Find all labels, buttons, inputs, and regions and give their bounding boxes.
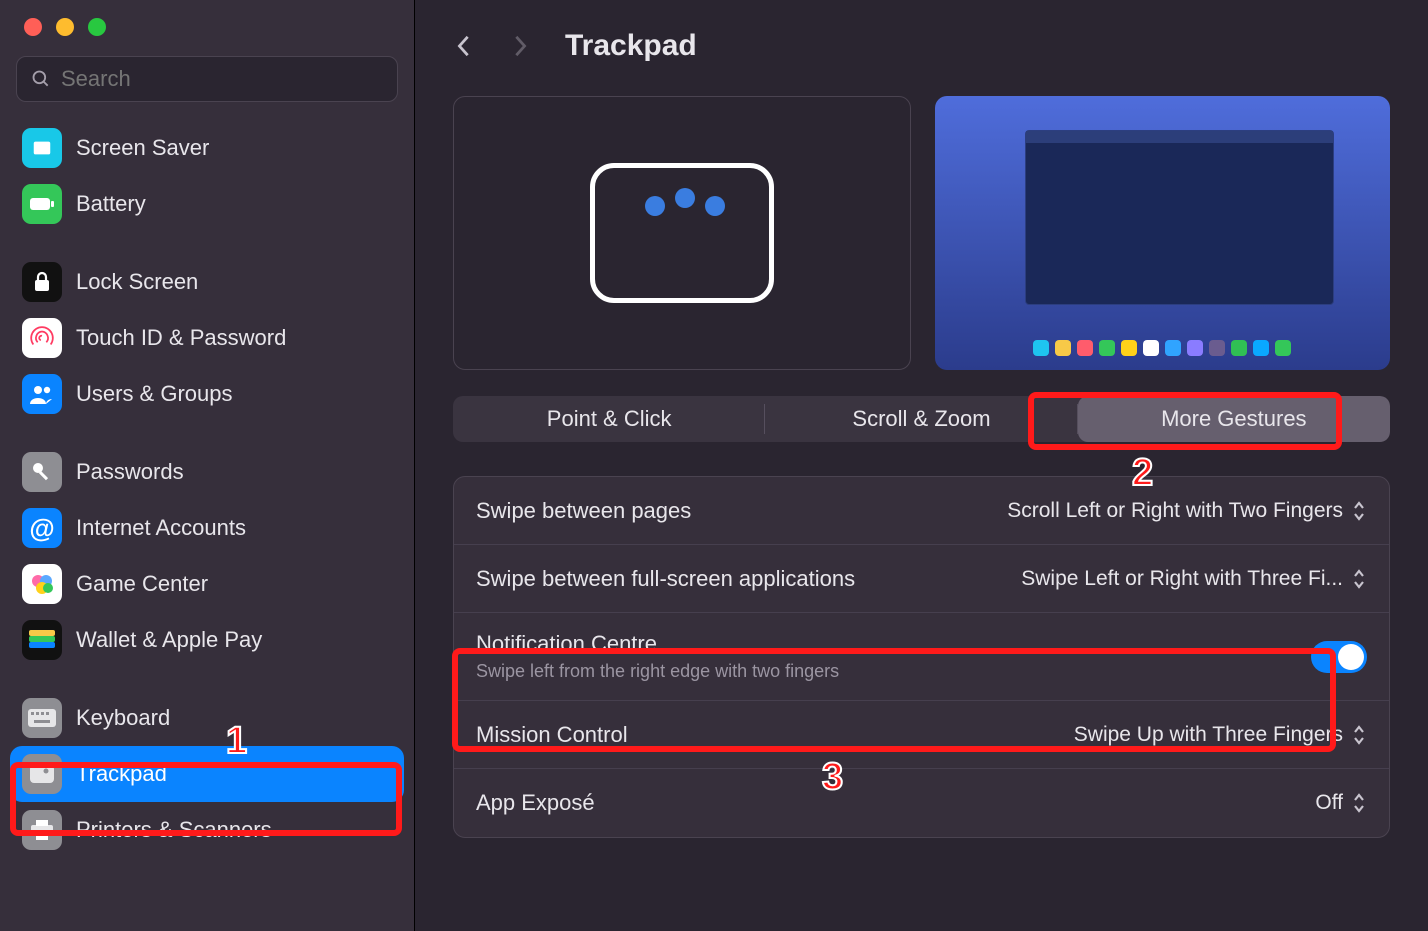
tab-point-click[interactable]: Point & Click bbox=[453, 396, 765, 442]
sidebar-item-label: Users & Groups bbox=[76, 381, 233, 407]
dock-item bbox=[1099, 340, 1115, 356]
sidebar-item-label: Internet Accounts bbox=[76, 515, 246, 541]
trackpad-graphic bbox=[590, 163, 774, 303]
users-icon bbox=[22, 374, 62, 414]
window-controls bbox=[0, 8, 414, 56]
sidebar-item-passwords[interactable]: Passwords bbox=[10, 444, 404, 500]
back-button[interactable] bbox=[453, 35, 475, 57]
wallet-icon bbox=[22, 620, 62, 660]
setting-sublabel: Swipe left from the right edge with two … bbox=[476, 661, 1291, 682]
sidebar-item-label: Printers & Scanners bbox=[76, 817, 272, 843]
sidebar-item-label: Battery bbox=[76, 191, 146, 217]
chevron-up-down-icon bbox=[1351, 792, 1367, 814]
desktop-preview bbox=[935, 96, 1391, 370]
keyboard-icon bbox=[22, 698, 62, 738]
setting-swipe-fullscreen: Swipe between full-screen applications S… bbox=[454, 545, 1389, 613]
sidebar-item-label: Trackpad bbox=[76, 761, 167, 787]
setting-select-app-expose[interactable]: Off bbox=[1315, 791, 1367, 815]
sidebar-nav: Screen Saver Battery Lock Screen Touch I… bbox=[0, 116, 414, 931]
sidebar-item-trackpad[interactable]: Trackpad bbox=[10, 746, 404, 802]
printer-icon bbox=[22, 810, 62, 850]
close-button[interactable] bbox=[24, 18, 42, 36]
dock-item bbox=[1253, 340, 1269, 356]
setting-notification-centre: Notification Centre Swipe left from the … bbox=[454, 613, 1389, 701]
dock-item bbox=[1187, 340, 1203, 356]
search-input[interactable] bbox=[61, 66, 383, 92]
minimize-button[interactable] bbox=[56, 18, 74, 36]
chevron-up-down-icon bbox=[1351, 724, 1367, 746]
settings-list: Swipe between pages Scroll Left or Right… bbox=[453, 476, 1390, 838]
trackpad-icon bbox=[22, 754, 62, 794]
tab-more-gestures[interactable]: More Gestures bbox=[1078, 396, 1390, 442]
setting-value: Swipe Up with Three Fingers bbox=[1074, 723, 1343, 747]
sidebar-item-keyboard[interactable]: Keyboard bbox=[10, 690, 404, 746]
dock-item bbox=[1055, 340, 1071, 356]
sidebar-item-lock-screen[interactable]: Lock Screen bbox=[10, 254, 404, 310]
setting-value: Scroll Left or Right with Two Fingers bbox=[1007, 499, 1343, 523]
tabs: Point & Click Scroll & Zoom More Gesture… bbox=[453, 396, 1390, 442]
sidebar-item-game-center[interactable]: Game Center bbox=[10, 556, 404, 612]
sidebar-item-screen-saver[interactable]: Screen Saver bbox=[10, 120, 404, 176]
setting-label: App Exposé bbox=[476, 790, 1295, 816]
setting-label: Mission Control bbox=[476, 722, 1054, 748]
dock-item bbox=[1121, 340, 1137, 356]
search-icon bbox=[31, 69, 51, 89]
battery-icon bbox=[22, 184, 62, 224]
chevron-up-down-icon bbox=[1351, 568, 1367, 590]
fingerprint-icon bbox=[22, 318, 62, 358]
maximize-button[interactable] bbox=[88, 18, 106, 36]
main-panel: Trackpad Point & Click Scroll & Zoom Mor… bbox=[415, 0, 1428, 931]
sidebar-item-internet-accounts[interactable]: @ Internet Accounts bbox=[10, 500, 404, 556]
sidebar-item-label: Keyboard bbox=[76, 705, 170, 731]
dock-item bbox=[1209, 340, 1225, 356]
tab-scroll-zoom[interactable]: Scroll & Zoom bbox=[765, 396, 1077, 442]
setting-label: Notification Centre bbox=[476, 631, 1291, 657]
sidebar-item-label: Lock Screen bbox=[76, 269, 198, 295]
setting-label: Swipe between pages bbox=[476, 498, 987, 524]
preview-row bbox=[453, 96, 1390, 370]
sidebar-item-label: Touch ID & Password bbox=[76, 325, 286, 351]
sidebar-item-label: Passwords bbox=[76, 459, 184, 485]
setting-swipe-pages: Swipe between pages Scroll Left or Right… bbox=[454, 477, 1389, 545]
setting-select-mission-control[interactable]: Swipe Up with Three Fingers bbox=[1074, 723, 1367, 747]
setting-mission-control: Mission Control Swipe Up with Three Fing… bbox=[454, 701, 1389, 769]
setting-value: Off bbox=[1315, 791, 1343, 815]
dock-item bbox=[1143, 340, 1159, 356]
dock-item bbox=[1165, 340, 1181, 356]
trackpad-preview bbox=[453, 96, 911, 370]
lock-icon bbox=[22, 262, 62, 302]
chevron-up-down-icon bbox=[1351, 500, 1367, 522]
dock-item bbox=[1077, 340, 1093, 356]
page-title: Trackpad bbox=[565, 29, 697, 63]
sidebar: Screen Saver Battery Lock Screen Touch I… bbox=[0, 0, 415, 931]
sidebar-item-label: Wallet & Apple Pay bbox=[76, 627, 262, 653]
sidebar-item-touch-id[interactable]: Touch ID & Password bbox=[10, 310, 404, 366]
header: Trackpad bbox=[453, 0, 1390, 92]
at-icon: @ bbox=[22, 508, 62, 548]
screensaver-icon bbox=[22, 128, 62, 168]
setting-app-expose: App Exposé Off bbox=[454, 769, 1389, 837]
search-input-wrap[interactable] bbox=[16, 56, 398, 102]
gamecenter-icon bbox=[22, 564, 62, 604]
dock-item bbox=[1231, 340, 1247, 356]
sidebar-item-label: Game Center bbox=[76, 571, 208, 597]
dock-item bbox=[1275, 340, 1291, 356]
forward-button bbox=[509, 35, 531, 57]
sidebar-item-printers[interactable]: Printers & Scanners bbox=[10, 802, 404, 858]
sidebar-item-label: Screen Saver bbox=[76, 135, 209, 161]
sidebar-item-wallet[interactable]: Wallet & Apple Pay bbox=[10, 612, 404, 668]
key-icon bbox=[22, 452, 62, 492]
setting-value: Swipe Left or Right with Three Fi... bbox=[1021, 567, 1343, 591]
sidebar-item-users-groups[interactable]: Users & Groups bbox=[10, 366, 404, 422]
sidebar-item-battery[interactable]: Battery bbox=[10, 176, 404, 232]
setting-select-swipe-pages[interactable]: Scroll Left or Right with Two Fingers bbox=[1007, 499, 1367, 523]
setting-select-swipe-fullscreen[interactable]: Swipe Left or Right with Three Fi... bbox=[1021, 567, 1367, 591]
dock-item bbox=[1033, 340, 1049, 356]
toggle-notification-centre[interactable] bbox=[1311, 641, 1367, 673]
setting-label: Swipe between full-screen applications bbox=[476, 566, 1001, 592]
